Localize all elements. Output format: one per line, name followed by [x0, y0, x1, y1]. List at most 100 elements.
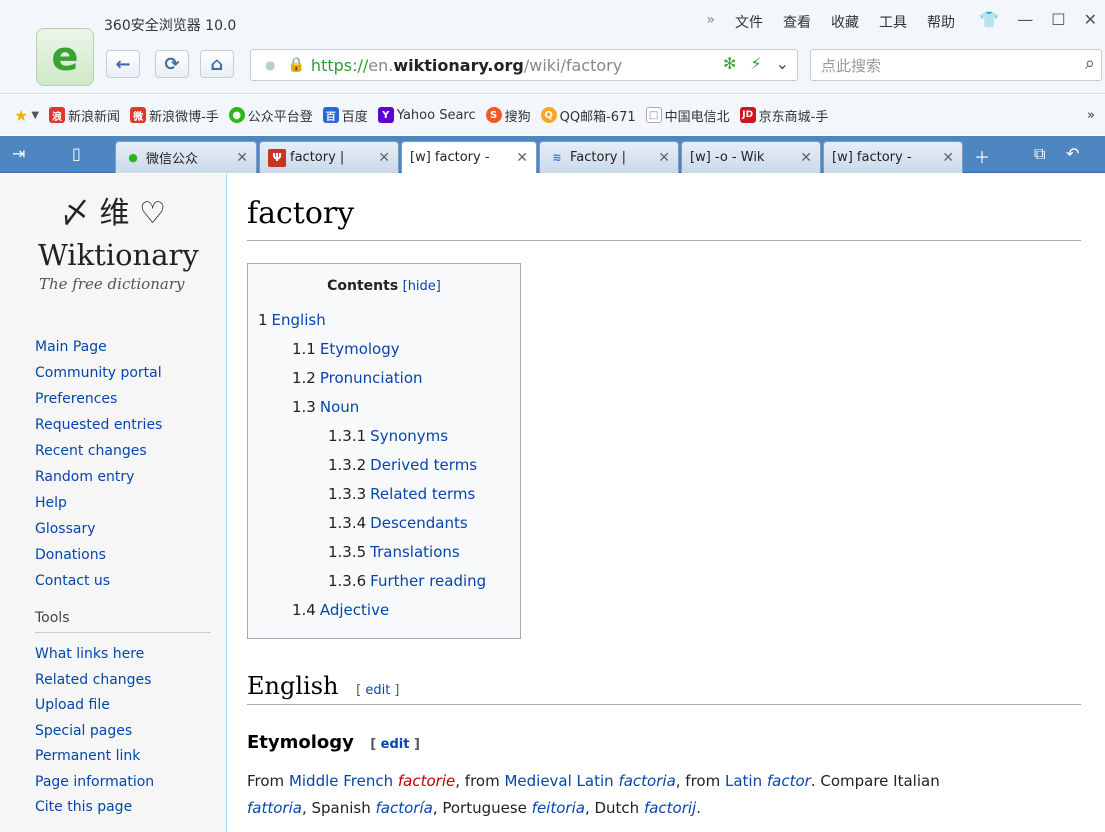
tab[interactable]: ≋ Factory | ✕: [539, 141, 679, 173]
link-medieval-latin[interactable]: Medieval Latin: [504, 772, 613, 790]
bookmarks-overflow-icon[interactable]: »: [1087, 108, 1105, 123]
etymology-paragraph: From Middle French factorie, from Mediev…: [247, 772, 940, 817]
toc-heading: Contents [hide]: [327, 278, 441, 294]
nav-donations[interactable]: Donations: [35, 542, 162, 568]
toc-item[interactable]: 1.4 Adjective: [258, 596, 510, 625]
link-factorij[interactable]: factorij: [644, 799, 696, 817]
toc-item[interactable]: 1.3.5 Translations: [258, 538, 510, 567]
new-tab-icon[interactable]: ＋: [974, 144, 990, 168]
close-tab-icon[interactable]: ✕: [942, 150, 954, 166]
toc-item[interactable]: 1.3.4 Descendants: [258, 509, 510, 538]
toc-item[interactable]: 1.3 Noun: [258, 393, 510, 422]
tool-special-pages[interactable]: Special pages: [35, 719, 154, 745]
close-tab-icon[interactable]: ✕: [236, 150, 248, 166]
toc-item[interactable]: 1.3.1 Synonyms: [258, 422, 510, 451]
undo-close-icon[interactable]: ↶: [1066, 144, 1079, 163]
address-dropdown-icon[interactable]: ⌄: [776, 54, 789, 73]
toc-item[interactable]: 1 English: [258, 306, 510, 335]
skin-icon[interactable]: 👕: [979, 10, 999, 29]
toc-hide-link[interactable]: [hide]: [403, 279, 441, 294]
close-tab-icon[interactable]: ✕: [516, 150, 528, 166]
close-window-icon[interactable]: ✕: [1084, 10, 1097, 29]
nav-contact-us[interactable]: Contact us: [35, 568, 162, 594]
app-title: 360安全浏览器 10.0: [104, 18, 237, 34]
tab[interactable]: Ψfactory | ✕: [259, 141, 399, 173]
site-info-icon[interactable]: ●: [265, 58, 275, 72]
nav-community-portal[interactable]: Community portal: [35, 360, 162, 386]
tab[interactable]: [w] -o - Wik ✕: [681, 141, 821, 173]
maximize-icon[interactable]: ☐: [1051, 10, 1065, 29]
bookmark-item[interactable]: S 搜狗: [485, 106, 531, 125]
browser-logo: e: [36, 28, 94, 86]
favorites-star-icon[interactable]: ★ ▼: [14, 106, 39, 125]
minimize-icon[interactable]: —: [1017, 10, 1033, 29]
menu-file[interactable]: 文件: [735, 12, 763, 32]
nav-main-page[interactable]: Main Page: [35, 334, 162, 360]
link-fattoria[interactable]: fattoria: [247, 799, 302, 817]
menu-tools[interactable]: 工具: [879, 12, 907, 32]
link-middle-french[interactable]: Middle French: [289, 772, 393, 790]
bookmark-item[interactable]: Y Yahoo Searc: [377, 107, 476, 123]
link-feitoria[interactable]: feitoria: [532, 799, 585, 817]
bookmark-item[interactable]: JD 京东商城-手: [739, 106, 828, 125]
menu-more[interactable]: »: [706, 12, 715, 32]
bookmarks-bar: ★ ▼ 浪新浪新闻 微新浪微博-手 ● 公众平台登 百百度 Y Yahoo Searc…: [0, 95, 1105, 135]
speed-mode-icon[interactable]: ⚡: [750, 54, 761, 73]
menu-view[interactable]: 查看: [783, 12, 811, 32]
home-button[interactable]: ⌂: [200, 50, 234, 78]
search-input[interactable]: 点此搜索 ⌕: [810, 49, 1102, 81]
toc-item[interactable]: 1.3.3 Related terms: [258, 480, 510, 509]
tools-heading: Tools: [35, 610, 211, 633]
link-factor[interactable]: factor: [767, 772, 811, 790]
bookmark-item[interactable]: ● 公众平台登: [228, 106, 313, 125]
bookmark-item[interactable]: 微新浪微博-手: [130, 106, 219, 125]
tool-related-changes[interactable]: Related changes: [35, 668, 154, 694]
compat-mode-icon[interactable]: ✻: [723, 54, 736, 73]
menu-favorites[interactable]: 收藏: [831, 12, 859, 32]
nav-preferences[interactable]: Preferences: [35, 386, 162, 412]
toc-item[interactable]: 1.1 Etymology: [258, 335, 510, 364]
toc-item[interactable]: 1.2 Pronunciation: [258, 364, 510, 393]
nav-help[interactable]: Help: [35, 490, 162, 516]
tab[interactable]: [w] factory - ✕: [823, 141, 963, 173]
wiktionary-wordmark[interactable]: Wiktionary: [38, 238, 199, 272]
nav-requested-entries[interactable]: Requested entries: [35, 412, 162, 438]
link-factorie[interactable]: factorie: [398, 772, 455, 790]
toc-item[interactable]: 1.3.6 Further reading: [258, 567, 510, 596]
toc-item[interactable]: 1.3.2 Derived terms: [258, 451, 510, 480]
close-tab-icon[interactable]: ✕: [378, 150, 390, 166]
new-window-icon[interactable]: ▯: [72, 144, 81, 163]
bookmark-item[interactable]: 浪新浪新闻: [49, 106, 120, 125]
tool-cite-this-page[interactable]: Cite this page: [35, 795, 154, 821]
menu-help[interactable]: 帮助: [927, 12, 955, 32]
bookmark-item[interactable]: 百百度: [322, 106, 368, 125]
page-icon: □: [645, 107, 662, 123]
tool-upload-file[interactable]: Upload file: [35, 693, 154, 719]
close-tab-icon[interactable]: ✕: [658, 150, 670, 166]
search-icon[interactable]: ⌕: [1085, 53, 1095, 74]
jd-icon: JD: [739, 107, 756, 123]
sidebar-toggle-icon[interactable]: ⇥: [12, 144, 25, 163]
bookmark-item[interactable]: □ 中国电信北: [645, 106, 730, 125]
address-bar-tools: ✻ ⚡ ⌄: [723, 54, 789, 73]
tool-permanent-link[interactable]: Permanent link: [35, 744, 154, 770]
link-latin[interactable]: Latin: [725, 772, 762, 790]
tab-list-icon[interactable]: ⧉: [1034, 144, 1045, 164]
nav-random-entry[interactable]: Random entry: [35, 464, 162, 490]
bookmark-item[interactable]: Q QQ邮箱-671: [540, 106, 636, 125]
toc-list: 1 English 1.1 Etymology 1.2 Pronunciation 1…: [258, 306, 510, 625]
back-button[interactable]: ←: [106, 50, 140, 78]
refresh-button[interactable]: ⟳: [155, 50, 189, 78]
link-factoria-spanish[interactable]: factoría: [376, 799, 433, 817]
address-bar[interactable]: ● 🔒 https://en. wiktionary.org/wiki/facto…: [250, 49, 798, 81]
link-factoria[interactable]: factoria: [618, 772, 675, 790]
tool-page-information[interactable]: Page information: [35, 770, 154, 796]
nav-recent-changes[interactable]: Recent changes: [35, 438, 162, 464]
nav-glossary[interactable]: Glossary: [35, 516, 162, 542]
tool-what-links-here[interactable]: What links here: [35, 642, 154, 668]
tab-bar: ⇥ ▯ ● 微信公众 ✕ Ψfactory | ✕ [w] factory - ✕ ≋ F…: [0, 136, 1105, 173]
close-tab-icon[interactable]: ✕: [800, 150, 812, 166]
tab-active[interactable]: [w] factory - ✕: [401, 141, 537, 173]
tab[interactable]: ● 微信公众 ✕: [115, 141, 257, 173]
wiktionary-logo[interactable]: 〆 维 ♡: [60, 188, 166, 232]
